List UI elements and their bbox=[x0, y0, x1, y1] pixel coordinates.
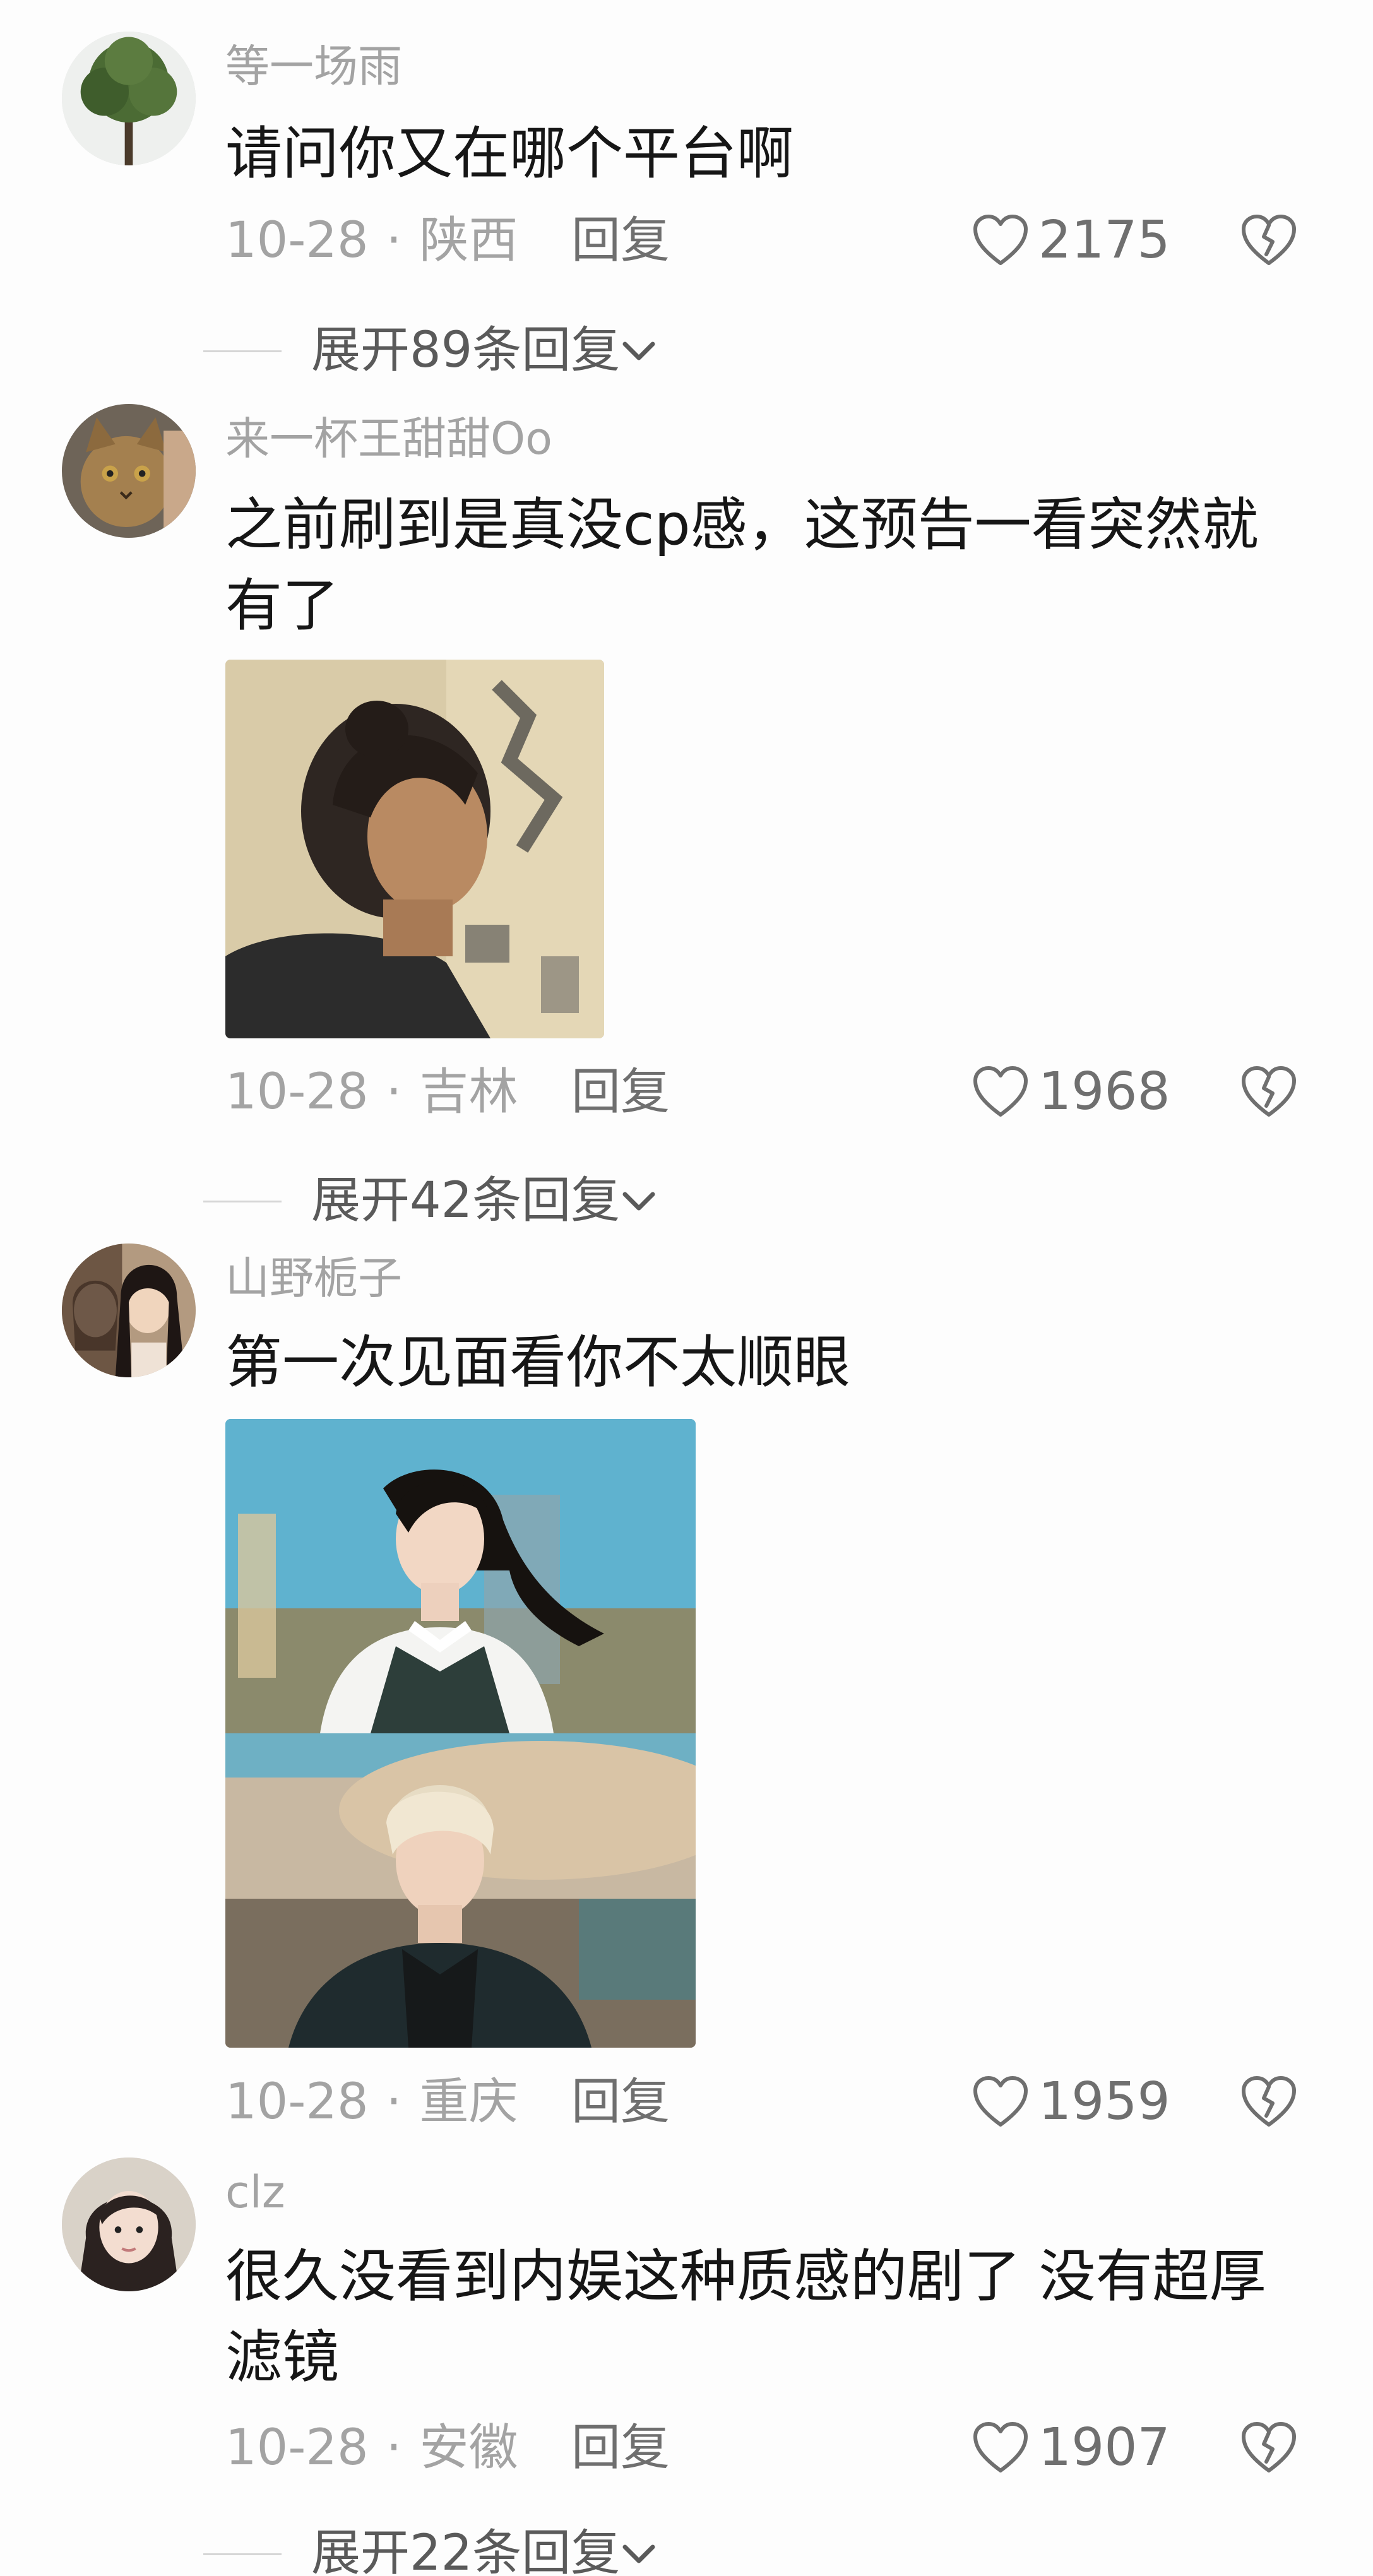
like-count: 2175 bbox=[1038, 210, 1170, 270]
avatar[interactable] bbox=[62, 1243, 196, 1377]
meta-separator: · bbox=[386, 2074, 402, 2130]
broken-heart-icon[interactable] bbox=[1237, 2416, 1300, 2479]
broken-heart-icon[interactable] bbox=[1237, 209, 1300, 272]
comment-location: 吉林 bbox=[419, 1064, 518, 1120]
reply-button[interactable]: 回复 bbox=[571, 212, 670, 269]
avatar[interactable] bbox=[62, 404, 196, 538]
divider-line bbox=[203, 1201, 282, 1202]
reply-button[interactable]: 回复 bbox=[571, 1064, 670, 1120]
comment-feed: 等一场雨 请问你又在哪个平台啊 10-28 · 陕西 回复 2175 展开89条回复 bbox=[0, 0, 1373, 2576]
broken-heart-icon[interactable] bbox=[1237, 1060, 1300, 1124]
divider-line bbox=[203, 2553, 282, 2555]
comment-text: 很久没看到内娱这种质感的剧了 没有超厚滤镜 bbox=[225, 2243, 1266, 2390]
username[interactable]: 等一场雨 bbox=[225, 41, 402, 92]
like-count: 1968 bbox=[1038, 1062, 1170, 1122]
broken-heart-icon[interactable] bbox=[1237, 2070, 1300, 2134]
like-count: 1959 bbox=[1038, 2072, 1170, 2132]
comment-image[interactable] bbox=[225, 660, 604, 1038]
comment-location: 重庆 bbox=[419, 2074, 518, 2130]
heart-icon bbox=[973, 2076, 1028, 2127]
comment-date: 10-28 bbox=[225, 2074, 369, 2130]
like-button[interactable]: 1907 bbox=[969, 2416, 1170, 2479]
heart-icon bbox=[973, 1066, 1028, 1117]
comment-text: 之前刷到是真没cp感，这预告一看突然就有了 bbox=[225, 492, 1259, 639]
username[interactable]: clz bbox=[225, 2167, 285, 2217]
username[interactable]: 来一杯王甜甜Oo bbox=[225, 413, 552, 464]
comment-image[interactable] bbox=[225, 1419, 696, 2048]
comment-meta: 10-28 · 安徽 bbox=[225, 2419, 518, 2476]
woman-crying-photo bbox=[225, 660, 604, 1038]
avatar[interactable] bbox=[62, 32, 196, 165]
comment-text: 第一次见面看你不太顺眼 bbox=[225, 1329, 850, 1396]
like-button[interactable]: 1959 bbox=[969, 2070, 1170, 2134]
comment-location: 陕西 bbox=[419, 212, 518, 269]
meta-separator: · bbox=[386, 2419, 402, 2476]
like-count: 1907 bbox=[1038, 2418, 1170, 2478]
reply-button[interactable]: 回复 bbox=[571, 2074, 670, 2130]
like-button[interactable]: 1968 bbox=[969, 1060, 1170, 1124]
heart-icon bbox=[973, 215, 1028, 265]
chevron-down-icon bbox=[622, 2544, 655, 2563]
expand-replies-label: 展开89条回复 bbox=[311, 322, 621, 379]
expand-replies[interactable]: 展开42条回复 bbox=[0, 1169, 1373, 1232]
username[interactable]: 山野栀子 bbox=[225, 1253, 402, 1303]
comment-text: 请问你又在哪个平台啊 bbox=[225, 121, 793, 187]
two-women-avatar-icon bbox=[62, 1243, 196, 1377]
drama-stills-photo bbox=[225, 1419, 696, 2048]
comment-date: 10-28 bbox=[225, 2419, 369, 2476]
comment-meta: 10-28 · 重庆 bbox=[225, 2074, 518, 2130]
comment-date: 10-28 bbox=[225, 1064, 369, 1120]
cat-avatar-icon bbox=[62, 404, 196, 538]
expand-replies[interactable]: 展开89条回复 bbox=[0, 319, 1373, 382]
tree-avatar-icon bbox=[62, 32, 196, 165]
comment-meta: 10-28 · 陕西 bbox=[225, 212, 518, 269]
meta-separator: · bbox=[386, 212, 402, 269]
comment-location: 安徽 bbox=[419, 2419, 518, 2476]
divider-line bbox=[203, 350, 282, 352]
heart-icon bbox=[973, 2422, 1028, 2472]
expand-replies[interactable]: 展开22条回复 bbox=[0, 2522, 1373, 2576]
girl-avatar-icon bbox=[62, 2158, 196, 2291]
meta-separator: · bbox=[386, 1064, 402, 1120]
comment-date: 10-28 bbox=[225, 212, 369, 269]
like-button[interactable]: 2175 bbox=[969, 209, 1170, 272]
chevron-down-icon bbox=[622, 1192, 655, 1211]
avatar[interactable] bbox=[62, 2158, 196, 2291]
reply-button[interactable]: 回复 bbox=[571, 2419, 670, 2476]
chevron-down-icon bbox=[622, 341, 655, 360]
expand-replies-label: 展开22条回复 bbox=[311, 2525, 621, 2576]
comment-meta: 10-28 · 吉林 bbox=[225, 1064, 518, 1120]
expand-replies-label: 展开42条回复 bbox=[311, 1172, 621, 1229]
